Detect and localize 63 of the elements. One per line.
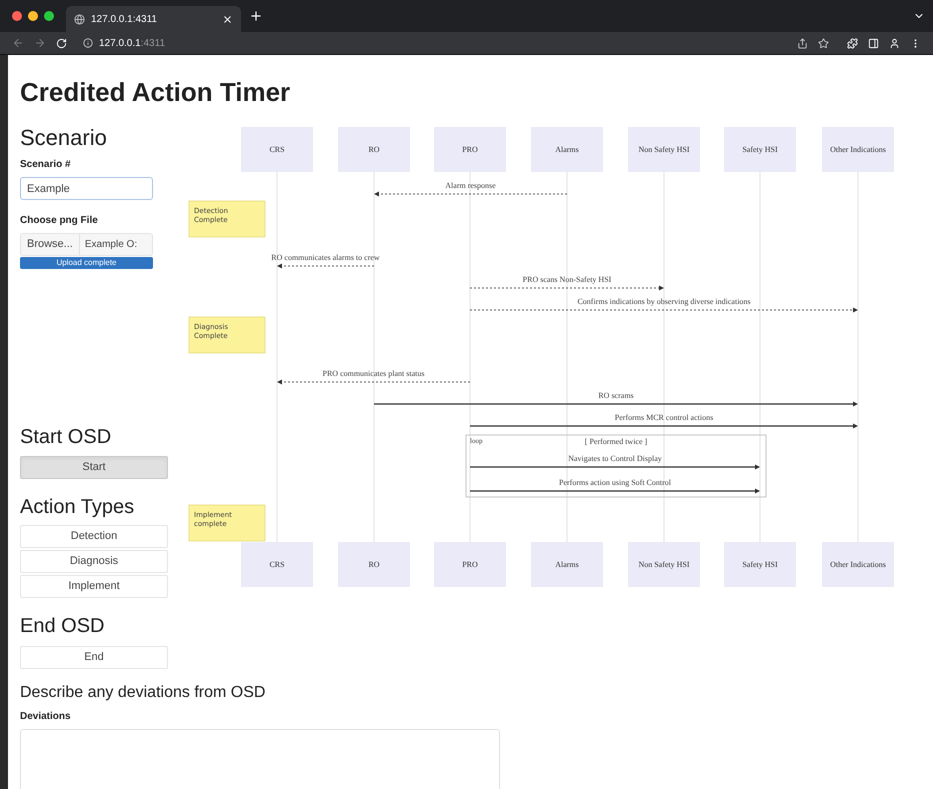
maximize-window-icon[interactable] xyxy=(44,11,54,21)
url-port[interactable]: :4311 xyxy=(140,38,166,48)
participant-box: Safety HSI xyxy=(724,542,796,587)
profile-icon[interactable] xyxy=(889,38,900,48)
forward-icon[interactable] xyxy=(34,37,46,49)
star-icon[interactable] xyxy=(818,38,829,48)
message-label: RO scrams xyxy=(598,391,634,400)
participant-box: Other Indications xyxy=(822,542,894,587)
field-label: Scenario # xyxy=(20,158,72,172)
section-heading: Start OSD xyxy=(20,425,112,449)
action-button[interactable]: Detection xyxy=(20,524,168,548)
message-label: Navigates to Control Display xyxy=(568,454,662,463)
section-heading: Action Types xyxy=(20,494,136,519)
browse-button[interactable]: Browse... xyxy=(21,234,80,255)
participant-box: RO xyxy=(338,127,410,172)
action-button[interactable]: Implement xyxy=(20,574,168,598)
side-panel-icon[interactable] xyxy=(868,38,879,48)
back-icon[interactable] xyxy=(12,37,24,49)
message-label: PRO scans Non-Safety HSI xyxy=(522,275,612,284)
participant-box: Alarms xyxy=(531,542,603,587)
participant-box: Other Indications xyxy=(822,127,894,172)
participant-box: CRS xyxy=(241,542,313,587)
globe-icon xyxy=(74,14,85,24)
participant-box: Non Safety HSI xyxy=(628,127,700,172)
deviations-field[interactable] xyxy=(20,728,500,789)
action-button[interactable]: Start xyxy=(20,456,168,479)
close-tab-icon[interactable] xyxy=(222,14,233,24)
message-label: Performs MCR control actions xyxy=(614,413,714,422)
participant-box: CRS xyxy=(241,127,313,172)
browser-tab[interactable]: 127.0.0.1:4311 xyxy=(66,6,241,32)
message-label: Confirms indications by observing diverse indications xyxy=(577,297,751,306)
progress-text: Upload complete xyxy=(56,257,117,269)
section-heading: Scenario xyxy=(20,125,108,151)
url-host[interactable]: 127.0.0.1 xyxy=(99,38,141,48)
info-icon[interactable] xyxy=(83,38,93,48)
message-label: Performs action using Soft Control xyxy=(559,478,671,487)
participant-box: Safety HSI xyxy=(724,127,796,172)
file-field[interactable]: Browse... Example O: xyxy=(20,233,153,256)
section-heading: Describe any deviations from OSD xyxy=(20,682,266,702)
file-name: Example O: xyxy=(84,238,138,252)
section-heading: End OSD xyxy=(20,614,106,638)
message-label: PRO communicates plant status xyxy=(322,369,424,378)
page-title: Credited Action Timer xyxy=(20,77,292,107)
minimize-window-icon[interactable] xyxy=(28,11,38,21)
action-button[interactable]: End xyxy=(20,646,168,668)
puzzle-icon[interactable] xyxy=(847,38,858,48)
action-button[interactable]: Diagnosis xyxy=(20,550,168,573)
scenario-field[interactable]: Example xyxy=(20,177,153,200)
tab-title: 127.0.0.1:4311 xyxy=(91,12,158,26)
new-tab-icon[interactable] xyxy=(249,9,263,23)
field-label: Deviations xyxy=(20,710,72,724)
participant-box: RO xyxy=(338,542,410,587)
field-label: Choose png File xyxy=(20,214,99,228)
participant-box: Non Safety HSI xyxy=(628,542,700,587)
loop-condition: [ Performed twice ] xyxy=(584,437,648,446)
message-label: Alarm response xyxy=(445,181,496,190)
close-window-icon[interactable] xyxy=(12,11,22,21)
message-label: RO communicates alarms to crew xyxy=(271,253,380,262)
participant-box: PRO xyxy=(434,542,506,587)
reload-icon[interactable] xyxy=(56,38,67,48)
participant-box: Alarms xyxy=(531,127,603,172)
share-icon[interactable] xyxy=(797,38,808,48)
participant-box: PRO xyxy=(434,127,506,172)
